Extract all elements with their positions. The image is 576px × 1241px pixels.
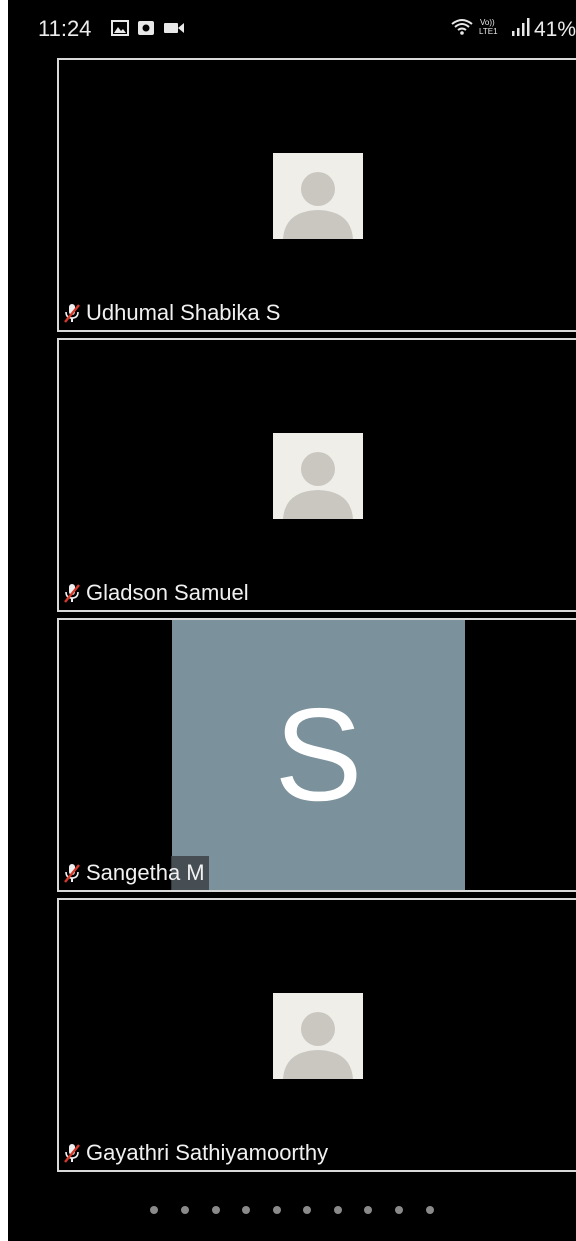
default-avatar-icon — [273, 433, 363, 519]
status-system-icons: Vo)) LTE1 41% — [450, 17, 576, 42]
participant-name: Udhumal Shabika S — [86, 300, 281, 325]
page-dot[interactable] — [272, 1206, 281, 1214]
muted-microphone-icon — [64, 1144, 80, 1163]
status-time: 11:24 — [38, 16, 92, 41]
participant-name: Gayathri Sathiyamoorthy — [86, 1140, 329, 1165]
page-dot[interactable] — [242, 1206, 251, 1214]
gallery-icon — [111, 20, 129, 41]
default-avatar-icon — [273, 153, 363, 239]
participant-tile[interactable]: Gayathri Sathiyamoorthy — [57, 898, 576, 1172]
svg-text:LTE1: LTE1 — [479, 27, 498, 36]
muted-microphone-icon — [64, 864, 80, 883]
video-meeting-screen: 11:24 Vo)) LTE1 41% Udhumal Shabika S Gl… — [8, 0, 576, 1241]
volte-lte-icon: Vo)) LTE1 — [478, 17, 506, 42]
page-dot[interactable] — [333, 1206, 342, 1214]
screen-record-icon — [137, 20, 155, 41]
participant-tile[interactable]: S Sangetha M — [57, 618, 576, 892]
signal-icon — [510, 17, 530, 42]
participant-tile[interactable]: Udhumal Shabika S — [57, 58, 576, 332]
letter-avatar: S — [172, 620, 465, 890]
page-indicator[interactable] — [8, 1200, 576, 1220]
wifi-icon — [450, 17, 474, 42]
video-camera-icon — [163, 20, 185, 41]
participant-name-label: Gayathri Sathiyamoorthy — [59, 1136, 332, 1170]
participant-name: Sangetha M — [86, 860, 205, 885]
participant-name-label: Gladson Samuel — [59, 576, 253, 610]
muted-microphone-icon — [64, 584, 80, 603]
page-dot[interactable] — [425, 1206, 434, 1214]
participant-name: Gladson Samuel — [86, 580, 249, 605]
default-avatar-icon — [273, 993, 363, 1079]
page-dot[interactable] — [150, 1206, 159, 1214]
avatar-letter: S — [274, 681, 363, 828]
svg-text:Vo)): Vo)) — [480, 18, 495, 27]
page-dot[interactable] — [211, 1206, 220, 1214]
participant-name-label: Udhumal Shabika S — [59, 296, 284, 330]
page-dot[interactable] — [303, 1206, 312, 1214]
participant-name-label: Sangetha M — [59, 856, 209, 890]
battery-percentage: 41% — [533, 17, 576, 41]
participant-tile[interactable]: Gladson Samuel — [57, 338, 576, 612]
page-dot[interactable] — [180, 1206, 189, 1214]
page-dot[interactable] — [364, 1206, 373, 1214]
status-bar: 11:24 Vo)) LTE1 41% — [8, 0, 576, 56]
status-notification-icons — [111, 20, 185, 41]
muted-microphone-icon — [64, 304, 80, 323]
page-dot[interactable] — [395, 1206, 404, 1214]
